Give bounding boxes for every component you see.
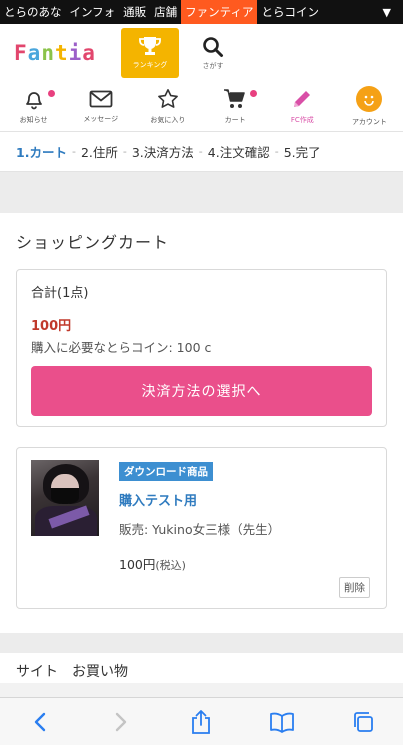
nav-messages[interactable]: メッセージ <box>67 82 134 131</box>
tabs-icon <box>353 711 373 732</box>
cart-badge <box>249 90 257 97</box>
section-gap <box>16 609 387 633</box>
mail-icon <box>89 90 113 108</box>
menu-caret-icon[interactable]: ▼ <box>383 6 403 19</box>
star-icon <box>158 89 178 108</box>
checkout-steps: 1.カート - 2.住所 - 3.決済方法 - 4.注文確認 - 5.完了 <box>0 132 403 172</box>
cart-section: ショッピングカート 合計(1点) 100円 購入に必要なとらコイン: 100 c… <box>0 213 403 633</box>
notification-badge <box>48 90 56 97</box>
back-button[interactable] <box>0 712 81 732</box>
nav-favorites[interactable]: お気に入り <box>134 82 201 131</box>
nav-fc-create[interactable]: FC作成 <box>269 82 336 131</box>
nav-label: アカウント <box>351 118 387 126</box>
page-title: ショッピングカート <box>16 233 170 252</box>
next-section-title: サイト お買い物 <box>0 653 403 683</box>
item-thumbnail[interactable] <box>31 460 99 536</box>
nav-label: カート <box>224 116 246 124</box>
site-link-toranoana[interactable]: とらのあな <box>0 0 66 24</box>
logo-letter: a <box>82 41 96 65</box>
nav-label: メッセージ <box>83 115 119 123</box>
nav-notifications[interactable]: お知らせ <box>0 82 67 131</box>
step-separator: - <box>274 145 279 158</box>
delete-button[interactable]: 削除 <box>339 577 370 598</box>
search-button[interactable]: さがす <box>183 36 243 71</box>
account-icon <box>356 86 383 112</box>
trophy-icon <box>139 37 161 55</box>
chevron-right-icon <box>115 712 127 731</box>
logo-letter: n <box>41 41 55 65</box>
item-price: 100円(税込) <box>119 554 372 573</box>
page: とらのあな インフォ 通販 店舗 ファンティア とらコイン ▼ Fantia ラ… <box>0 0 403 745</box>
order-total-box: 合計(1点) 100円 購入に必要なとらコイン: 100 c 決済方法の選択へ <box>16 269 387 427</box>
section-gap <box>0 633 403 653</box>
book-icon <box>270 712 294 733</box>
share-button[interactable] <box>161 709 242 735</box>
logo-letter: t <box>54 41 69 65</box>
step-separator: - <box>198 145 203 158</box>
total-label: 合計(1点) <box>31 286 89 301</box>
cart-item: ダウンロード商品 購入テスト用 販売: Yukino女三様（先生） 100円(税… <box>16 447 387 609</box>
cart-icon <box>224 89 245 108</box>
ranking-label: ランキング <box>132 61 168 69</box>
total-price: 100円 <box>31 319 72 334</box>
site-link-tenpo[interactable]: 店舗 <box>150 0 181 24</box>
item-title-link[interactable]: 購入テスト用 <box>119 490 372 509</box>
bell-icon <box>25 92 42 110</box>
site-link-tsuhan[interactable]: 通販 <box>119 0 150 24</box>
browser-toolbar <box>0 697 403 745</box>
site-link-toracoin[interactable]: とらコイン <box>257 0 323 24</box>
site-link-info[interactable]: インフォ <box>66 0 120 24</box>
section-gap <box>0 172 403 213</box>
nav-label: お知らせ <box>19 116 48 124</box>
search-icon <box>203 36 223 57</box>
nav-account[interactable]: アカウント <box>336 82 403 131</box>
item-price-value: 100円 <box>119 557 156 572</box>
step-separator: - <box>122 145 127 158</box>
step-confirm: 4.注文確認 <box>207 145 270 160</box>
header: Fantia ランキング さがす <box>0 24 403 82</box>
item-seller: 販売: Yukino女三様（先生） <box>119 522 281 537</box>
nav-label: FC作成 <box>290 116 314 124</box>
share-icon <box>192 709 211 734</box>
forward-button[interactable] <box>81 712 162 732</box>
item-info: ダウンロード商品 購入テスト用 販売: Yukino女三様（先生） 100円(税… <box>119 460 372 573</box>
chevron-left-icon <box>35 712 46 731</box>
step-cart: 1.カート <box>16 145 67 160</box>
ranking-button[interactable]: ランキング <box>121 28 179 78</box>
select-payment-button[interactable]: 決済方法の選択へ <box>31 366 372 416</box>
logo-letter: F <box>14 41 28 65</box>
pencil-icon <box>294 91 311 107</box>
logo-letter: a <box>27 41 42 65</box>
site-nav-bar: とらのあな インフォ 通販 店舗 ファンティア とらコイン ▼ <box>0 0 403 24</box>
fantia-logo[interactable]: Fantia <box>14 41 118 65</box>
step-complete: 5.完了 <box>283 145 321 160</box>
tax-note: (税込) <box>155 559 186 572</box>
step-address: 2.住所 <box>80 145 118 160</box>
step-separator: - <box>71 145 76 158</box>
tabs-button[interactable] <box>322 710 403 734</box>
nav-cart[interactable]: カート <box>202 82 269 131</box>
icon-nav: お知らせ メッセージ お気に入り カート FC作成 アカウント <box>0 82 403 132</box>
coin-requirement: 購入に必要なとらコイン: 100 c <box>31 340 212 355</box>
nav-label: お気に入り <box>150 116 186 124</box>
search-label: さがす <box>202 61 224 70</box>
bookmarks-button[interactable] <box>242 711 323 733</box>
download-tag: ダウンロード商品 <box>119 462 213 481</box>
step-payment: 3.決済方法 <box>131 145 194 160</box>
logo-letter: i <box>68 41 83 65</box>
site-link-fantia[interactable]: ファンティア <box>181 0 258 24</box>
